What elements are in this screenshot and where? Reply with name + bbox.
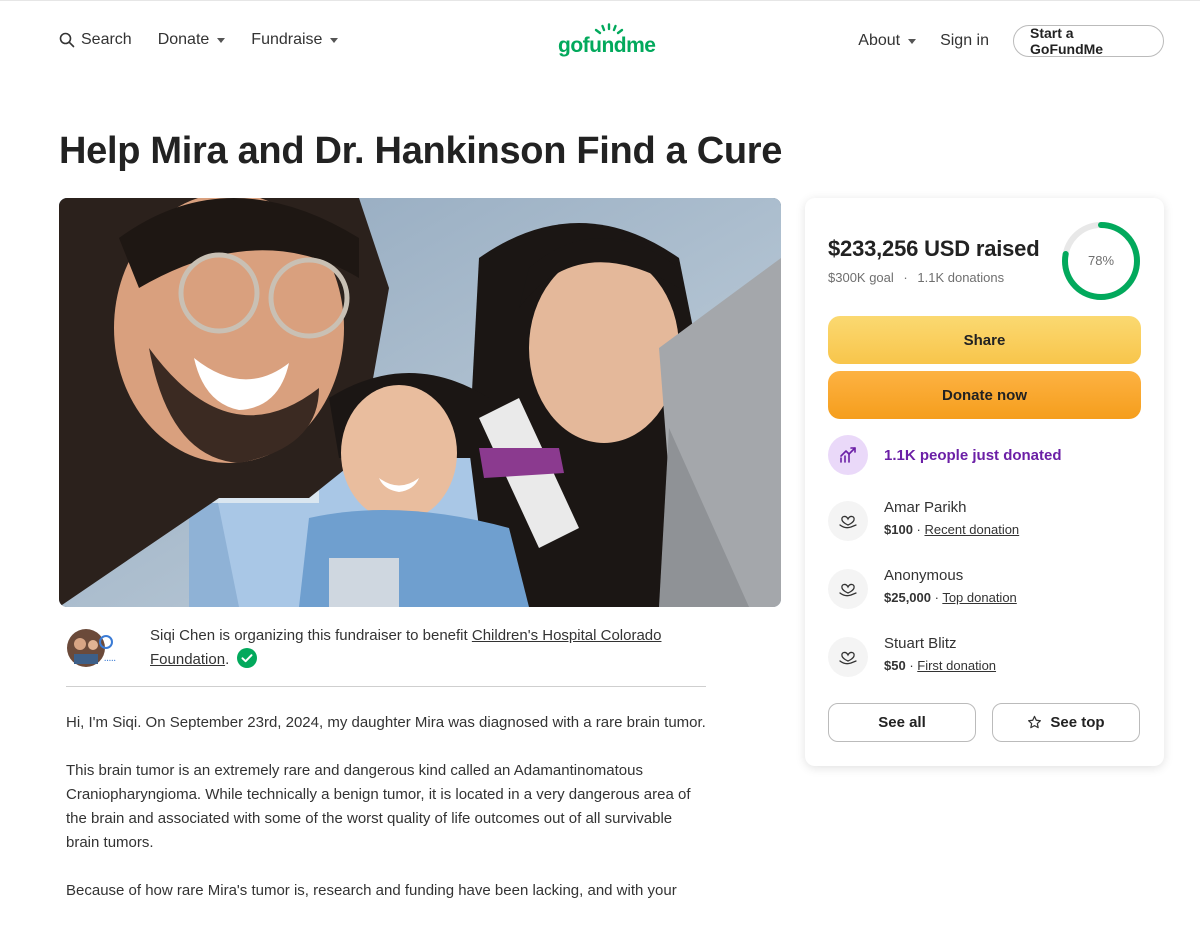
- search-icon: [59, 32, 75, 48]
- donor-amount: $25,000: [884, 590, 931, 605]
- donor-tag-link[interactable]: Top donation: [942, 590, 1016, 605]
- top-navigation: Search Donate Fundraise gofundme About S…: [0, 0, 1200, 80]
- start-gofundme-button[interactable]: Start a GoFundMe: [1013, 25, 1164, 57]
- donate-menu[interactable]: Donate: [158, 31, 226, 49]
- chevron-down-icon: [908, 38, 917, 44]
- donor-tag-link[interactable]: Recent donation: [924, 522, 1019, 537]
- donation-card: $233,256 USD raised $300K goal · 1.1K do…: [805, 198, 1164, 766]
- heart-hand-icon: [828, 637, 868, 677]
- campaign-photo-image: [59, 198, 781, 607]
- donor-amount-line: $25,000 · Top donation: [884, 587, 1017, 609]
- share-button[interactable]: Share: [828, 316, 1141, 364]
- donor-item: Anonymous $25,000 · Top donation: [828, 565, 1017, 609]
- donor-details: Stuart Blitz $50 · First donation: [884, 633, 996, 677]
- story-paragraph: This brain tumor is an extremely rare an…: [66, 762, 691, 851]
- donate-menu-label: Donate: [157, 31, 210, 48]
- donor-details: Amar Parikh $100 · Recent donation: [884, 497, 1019, 541]
- donor-name: Stuart Blitz: [884, 635, 957, 652]
- goal-amount: $300K goal: [828, 270, 894, 285]
- organizer-text: Siqi Chen is organizing this fundraiser …: [150, 624, 710, 672]
- donor-separator: ·: [912, 522, 925, 537]
- about-menu[interactable]: About: [858, 32, 917, 50]
- avatar-image: •••••: [67, 629, 116, 667]
- nav-left: Search Donate Fundraise: [59, 31, 339, 49]
- chevron-down-icon: [217, 37, 226, 43]
- goal-summary: $300K goal · 1.1K donations: [828, 270, 1004, 285]
- trending-up-icon: [828, 435, 868, 475]
- verified-check-icon: [237, 648, 258, 668]
- donation-count: 1.1K donations: [917, 270, 1005, 285]
- donor-name: Anonymous: [884, 567, 964, 584]
- organizer-avatar[interactable]: •••••: [66, 628, 134, 668]
- see-all-label: See all: [878, 714, 926, 731]
- see-top-label: See top: [1050, 714, 1105, 731]
- donor-amount: $50: [884, 658, 906, 673]
- story-paragraph: Because of how rare Mira's tumor is, res…: [66, 882, 677, 899]
- nav-right: About Sign in Start a GoFundMe: [858, 25, 1164, 57]
- see-top-button[interactable]: See top: [992, 703, 1140, 742]
- just-donated-banner: 1.1K people just donated: [828, 435, 1062, 475]
- donor-name: Amar Parikh: [884, 499, 967, 516]
- star-icon: [1028, 715, 1042, 729]
- chevron-down-icon: [330, 37, 339, 43]
- campaign-title: Help Mira and Dr. Hankinson Find a Cure: [59, 130, 783, 172]
- fundraise-menu[interactable]: Fundraise: [251, 31, 339, 49]
- organizer-period: .: [225, 651, 230, 668]
- donate-now-label: Donate now: [942, 386, 1027, 404]
- svg-text:•••••: •••••: [104, 658, 116, 663]
- donor-item: Amar Parikh $100 · Recent donation: [828, 497, 1019, 541]
- search-label: Search: [81, 31, 132, 48]
- organizer-description: Siqi Chen is organizing this fundraiser …: [150, 627, 472, 644]
- amount-raised: $233,256 USD raised: [828, 236, 1040, 261]
- start-gofundme-label: Start a GoFundMe: [1030, 25, 1104, 57]
- just-donated-text: 1.1K people just donated: [884, 446, 1062, 464]
- goal-separator: ·: [903, 270, 908, 285]
- logo-wordmark: gofundme: [558, 34, 656, 57]
- donor-amount: $100: [884, 522, 913, 537]
- progress-ring: 78%: [1060, 220, 1142, 302]
- donor-amount-line: $50 · First donation: [884, 655, 996, 677]
- gofundme-logo[interactable]: gofundme: [558, 23, 664, 59]
- search-link[interactable]: Search: [59, 31, 132, 49]
- sign-in-link[interactable]: Sign in: [940, 32, 989, 50]
- donor-details: Anonymous $25,000 · Top donation: [884, 565, 1017, 609]
- campaign-photo[interactable]: [59, 198, 781, 607]
- campaign-story: Hi, I'm Siqi. On September 23rd, 2024, m…: [66, 711, 708, 927]
- fundraise-menu-label: Fundraise: [251, 31, 323, 48]
- heart-hand-icon: [828, 569, 868, 609]
- organizer-divider: [66, 686, 706, 687]
- see-all-button[interactable]: See all: [828, 703, 976, 742]
- donor-separator: ·: [931, 590, 943, 605]
- sign-in-label: Sign in: [940, 32, 989, 49]
- donor-amount-line: $100 · Recent donation: [884, 519, 1019, 541]
- donor-separator: ·: [905, 658, 918, 673]
- about-menu-label: About: [858, 32, 901, 49]
- donate-now-button[interactable]: Donate now: [828, 371, 1141, 419]
- donor-item: Stuart Blitz $50 · First donation: [828, 633, 996, 677]
- progress-percent: 78%: [1088, 253, 1114, 268]
- donor-tag-link[interactable]: First donation: [917, 658, 996, 673]
- share-button-label: Share: [963, 331, 1006, 349]
- heart-hand-icon: [828, 501, 868, 541]
- story-paragraph: Hi, I'm Siqi. On September 23rd, 2024, m…: [66, 714, 706, 731]
